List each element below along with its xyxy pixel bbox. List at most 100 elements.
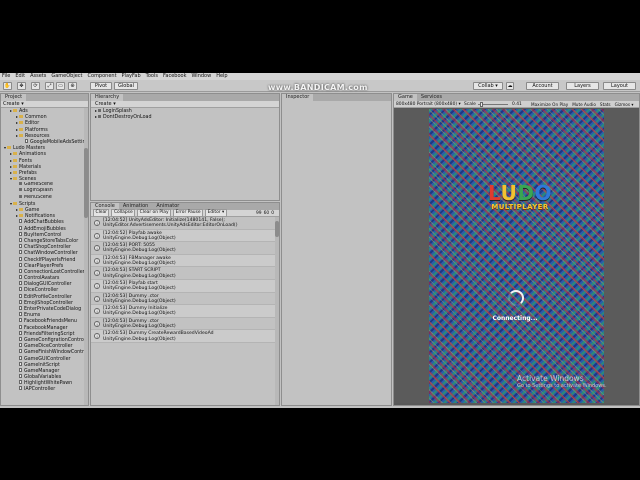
menu-item-component[interactable]: Component xyxy=(88,73,117,80)
toolbar: ✋ ✥ ⟳ ⤢ ▭ ⊕ Pivot Global www.BANDICAM.co… xyxy=(0,80,640,92)
console-log-entry[interactable]: i [12:04:53] FBManager awake UnityEngine.D… xyxy=(91,254,279,268)
console-log-entry[interactable]: i [12:04:53] Dummy .ctor UnityEngine.Debug… xyxy=(91,293,279,306)
info-icon: i xyxy=(94,220,100,226)
project-scrollbar[interactable] xyxy=(84,108,88,405)
game-option-stats[interactable]: Stats xyxy=(600,101,611,108)
info-count-badge[interactable]: 99 xyxy=(256,211,262,216)
tab-inspector[interactable]: Inspector xyxy=(282,94,314,101)
tab-hierarchy[interactable]: Hierarchy xyxy=(91,94,124,101)
folder-icon xyxy=(19,208,23,211)
move-tool-button[interactable]: ✥ xyxy=(17,82,26,90)
script-file-icon xyxy=(19,361,22,366)
console-log-entry[interactable]: i [12:04:52] UnityAdsEditor: Initialize(1… xyxy=(91,217,279,230)
script-file-icon xyxy=(19,268,22,273)
info-icon: i xyxy=(94,320,100,327)
folder-icon xyxy=(13,201,17,205)
folder-icon xyxy=(13,158,17,162)
folder-icon xyxy=(19,214,23,218)
game-option-mute-audio[interactable]: Mute Audio xyxy=(572,101,596,108)
error-count-badge[interactable]: 0 xyxy=(271,211,274,216)
script-file-icon xyxy=(19,336,22,341)
menu-item-playfab[interactable]: PlayFab xyxy=(122,73,141,80)
resolution-dropdown[interactable]: 800x480 Portrait (800x480) ▾ xyxy=(396,101,461,108)
collab-dropdown[interactable]: Collab ▾ xyxy=(473,82,503,90)
script-file-icon xyxy=(19,374,22,379)
hierarchy-create-button[interactable]: Create ▾ xyxy=(95,101,116,108)
script-file-icon xyxy=(19,299,22,304)
console-editor-button[interactable]: Editor ▾ xyxy=(205,209,227,217)
project-item[interactable]: IAPController xyxy=(1,386,88,392)
log-stacktrace: UnityEngine.Debug:Log(Object) xyxy=(103,286,176,292)
tab-game[interactable]: Game xyxy=(394,94,417,101)
folder-icon xyxy=(13,164,17,168)
logo-letter: L xyxy=(488,181,501,205)
console-log-entry[interactable]: i [12:04:53] Dummy CreateRewardBasedVideo… xyxy=(91,330,279,343)
menu-item-edit[interactable]: Edit xyxy=(15,73,25,80)
menu-item-facebook[interactable]: Facebook xyxy=(163,73,187,80)
folder-icon xyxy=(7,146,11,150)
account-dropdown[interactable]: Account xyxy=(526,82,559,90)
game-option-gizmos[interactable]: Gizmos ▾ xyxy=(615,101,634,108)
rotate-tool-button[interactable]: ⟳ xyxy=(31,82,40,90)
menu-item-file[interactable]: File xyxy=(2,73,10,80)
hand-tool-button[interactable]: ✋ xyxy=(3,82,12,90)
console-log-entry[interactable]: i [12:04:53] Dummy Initialize UnityEngine.… xyxy=(91,305,279,318)
global-toggle[interactable]: Global xyxy=(114,82,138,90)
script-file-icon xyxy=(19,281,22,286)
project-create-button[interactable]: Create ▾ xyxy=(3,101,24,108)
layout-dropdown[interactable]: Layout xyxy=(603,82,636,90)
hierarchy-item[interactable]: ▸ DontDestroyOnLoad xyxy=(91,114,279,120)
folder-icon xyxy=(19,127,23,131)
connecting-status: Connecting... xyxy=(492,315,538,322)
info-icon: i xyxy=(94,257,100,264)
warning-count-badge[interactable]: 60 xyxy=(264,211,270,216)
scale-value: 0.41 xyxy=(512,102,522,107)
script-file-icon xyxy=(19,349,22,354)
console-scrollbar[interactable] xyxy=(275,217,279,405)
console-clear-button[interactable]: Clear xyxy=(93,209,110,217)
scale-tool-button[interactable]: ⤢ xyxy=(45,82,54,90)
console-log-entry[interactable]: i [12:04:53] START SCRIPT UnityEngine.Debu… xyxy=(91,267,279,280)
scale-slider-handle[interactable] xyxy=(480,102,483,107)
cloud-icon[interactable]: ☁ xyxy=(506,82,514,90)
project-panel: Project Create ▾ ▸ Ads ▸ Common ▸ Editor ▸ Plat… xyxy=(0,93,89,406)
console-collapse-button[interactable]: Collapse xyxy=(111,209,136,217)
menu-item-gameobject[interactable]: GameObject xyxy=(51,73,82,80)
console-clear-on-play-button[interactable]: Clear on Play xyxy=(137,209,172,217)
log-stacktrace: UnityEngine.Debug:Log(Object) xyxy=(103,298,176,304)
console-error-pause-button[interactable]: Error Pause xyxy=(173,209,204,217)
script-file-icon xyxy=(25,138,28,143)
script-file-icon xyxy=(19,244,22,249)
script-file-icon xyxy=(19,231,22,236)
pivot-toggle[interactable]: Pivot xyxy=(90,82,112,90)
info-icon: i xyxy=(94,295,100,302)
script-file-icon xyxy=(19,380,22,385)
project-item-label: MenuScene xyxy=(24,194,52,200)
log-stacktrace: UnityEngine.Debug:Log(Object) xyxy=(103,248,176,254)
transform-tool-button[interactable]: ⊕ xyxy=(68,82,77,90)
inspector-panel: Inspector xyxy=(281,93,392,406)
script-file-icon xyxy=(19,318,22,323)
scene-icon xyxy=(98,115,101,119)
game-view-background xyxy=(429,109,604,403)
rect-tool-button[interactable]: ▭ xyxy=(56,82,65,90)
console-log-entry[interactable]: i [12:04:53] Playfab start UnityEngine.Deb… xyxy=(91,279,279,293)
menu-item-tools[interactable]: Tools xyxy=(146,73,158,80)
menu-item-assets[interactable]: Assets xyxy=(30,73,46,80)
menu-item-help[interactable]: Help xyxy=(216,73,227,80)
game-option-maximize-on-play[interactable]: Maximize On Play xyxy=(531,101,568,108)
console-log-entry[interactable]: i [12:04:53] PORT: 5055 UnityEngine.Debug:… xyxy=(91,242,279,255)
script-file-icon xyxy=(19,219,22,224)
log-stacktrace: UnityEngine.Debug:Log(Object) xyxy=(103,323,176,329)
layers-dropdown[interactable]: Layers xyxy=(566,82,599,90)
loading-spinner-icon xyxy=(508,290,524,306)
tab-services[interactable]: Services xyxy=(417,94,446,101)
console-log-entry[interactable]: i [12:04:52] Playfab awake UnityEngine.Deb… xyxy=(91,229,279,243)
script-file-icon xyxy=(19,386,22,391)
menu-item-window[interactable]: Window xyxy=(191,73,211,80)
log-stacktrace: UnityEngine.Debug:Log(Object) xyxy=(103,235,176,241)
ludo-logo: LUDO MULTIPLAYER xyxy=(485,183,555,211)
info-icon: i xyxy=(94,282,100,289)
tab-project[interactable]: Project xyxy=(1,94,27,101)
console-log-entry[interactable]: i [12:04:53] Dummy .ctor UnityEngine.Debug… xyxy=(91,318,279,331)
